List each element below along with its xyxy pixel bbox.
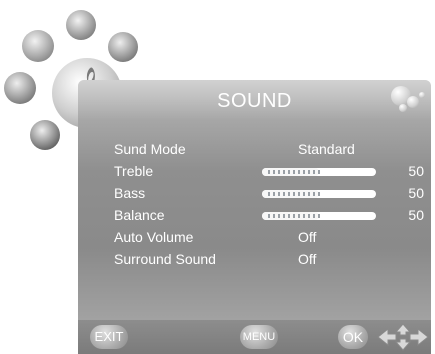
bubbles-icon (389, 84, 425, 114)
sound-menu-panel: SOUND Sund Mode Standard Treble 50 Bass … (78, 80, 431, 320)
auto-volume-label: Auto Volume (114, 229, 194, 245)
settings-list: Sund Mode Standard Treble 50 Bass 50 Bal… (114, 138, 424, 270)
balance-row[interactable]: Balance 50 (114, 204, 424, 226)
surround-sound-value: Off (298, 251, 317, 267)
treble-slider[interactable] (262, 168, 376, 176)
menu-button[interactable]: MENU (240, 325, 278, 349)
balance-label: Balance (114, 207, 165, 223)
sound-mode-label: Sund Mode (114, 141, 186, 157)
lock-icon[interactable] (30, 120, 60, 150)
surround-sound-label: Surround Sound (114, 251, 216, 267)
auto-volume-row[interactable]: Auto Volume Off (114, 226, 424, 248)
sound-mode-row[interactable]: Sund Mode Standard (114, 138, 424, 160)
sound-icon[interactable] (4, 72, 36, 104)
treble-row[interactable]: Treble 50 (114, 160, 424, 182)
surround-sound-row[interactable]: Surround Sound Off (114, 248, 424, 270)
ok-button[interactable]: OK (338, 325, 368, 349)
channel-icon[interactable] (108, 32, 138, 62)
exit-button[interactable]: EXIT (90, 325, 128, 349)
bass-slider[interactable] (262, 190, 376, 198)
nav-arrows-icon[interactable] (376, 323, 430, 351)
picture-icon[interactable] (22, 30, 54, 62)
treble-value: 50 (408, 163, 424, 179)
bass-row[interactable]: Bass 50 (114, 182, 424, 204)
menu-title: SOUND (217, 90, 292, 112)
balance-slider[interactable] (262, 212, 376, 220)
treble-label: Treble (114, 163, 154, 179)
bass-value: 50 (408, 185, 424, 201)
footer-bar: EXIT MENU OK (78, 320, 431, 354)
auto-volume-value: Off (298, 229, 317, 245)
setup-icon[interactable] (66, 10, 96, 40)
bass-label: Bass (114, 185, 146, 201)
sound-mode-value: Standard (298, 141, 355, 157)
balance-value: 50 (408, 207, 424, 223)
